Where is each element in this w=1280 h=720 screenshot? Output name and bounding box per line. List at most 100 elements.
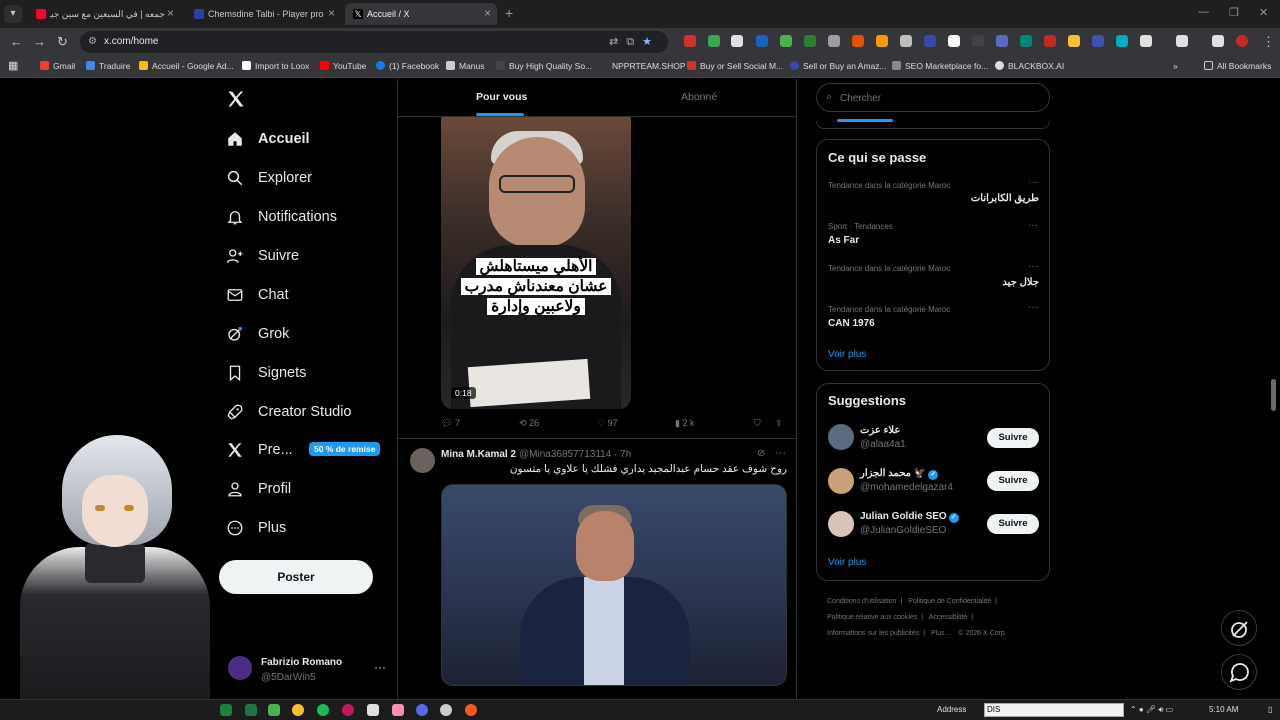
tab-following[interactable]: Abonné <box>681 91 717 103</box>
reload-icon[interactable]: ↻ <box>57 34 68 50</box>
footer-link[interactable]: Accessibilité <box>929 614 968 621</box>
nav-creator-studio[interactable]: Creator Studio <box>226 399 352 425</box>
trend-item[interactable]: جلال جيد <box>1002 277 1039 288</box>
notification-center-icon[interactable]: ▯ <box>1268 705 1272 714</box>
bookmark-google-ads[interactable]: Accueil - Google Ad... <box>139 61 234 71</box>
avatar[interactable] <box>828 468 854 494</box>
nav-notifications[interactable]: Notifications <box>226 204 337 230</box>
extension-icon[interactable] <box>684 35 696 47</box>
maximize-icon[interactable]: ❐ <box>1229 6 1239 19</box>
trend-more-icon[interactable]: ··· <box>1028 261 1038 272</box>
post-button[interactable]: Poster <box>219 560 373 594</box>
trends-see-more-link[interactable]: Voir plus <box>828 349 866 360</box>
trend-item[interactable]: CAN 1976 <box>828 318 875 329</box>
minimize-icon[interactable]: — <box>1198 6 1209 18</box>
nav-premium[interactable]: Pre... <box>226 437 293 463</box>
tab-x-home[interactable]: 𝕏 Accueil / X × <box>345 3 497 25</box>
follow-button[interactable]: Suivre <box>987 514 1039 534</box>
bookmark-seo-marketplace[interactable]: SEO Marketplace fo... <box>892 61 988 71</box>
nav-more[interactable]: Plus <box>226 515 286 541</box>
extension-icon[interactable] <box>972 35 984 47</box>
site-info-icon[interactable]: ⚙ <box>88 36 97 47</box>
avatar[interactable] <box>828 424 854 450</box>
close-tab-icon[interactable]: × <box>328 6 335 20</box>
extension-icon[interactable] <box>1020 35 1032 47</box>
obs-icon[interactable] <box>440 704 452 716</box>
bookmark-tweet-icon[interactable]: ⛉ <box>754 418 761 429</box>
bookmark-youtube[interactable]: YouTube <box>320 61 366 71</box>
tab-player-profile[interactable]: Chemsdine Talbi - Player profile × <box>186 3 341 25</box>
omnibox[interactable]: ⚙ x.com/home ⇄⧉★ <box>80 31 668 53</box>
tweet-author-name[interactable]: Mina M.Kamal 2 <box>441 449 516 460</box>
extension-icon[interactable] <box>900 35 912 47</box>
profile-avatar[interactable] <box>1236 35 1248 47</box>
translate-icon[interactable]: ⇄ <box>609 36 626 48</box>
extension-icon[interactable] <box>804 35 816 47</box>
trend-more-icon[interactable]: ··· <box>1028 302 1038 313</box>
extension-icon[interactable] <box>1068 35 1080 47</box>
suggestions-see-more-link[interactable]: Voir plus <box>828 557 866 568</box>
address-toolbar-input[interactable]: DIS <box>984 703 1124 717</box>
tab-youtube[interactable]: جمعه | في السبعين مع سين جيم × <box>28 3 180 25</box>
nav-follow[interactable]: Suivre <box>226 243 299 269</box>
account-switcher[interactable]: Fabrizio Romano @5DarWin5 ··· <box>228 654 388 690</box>
avatar[interactable] <box>410 448 435 473</box>
trend-item[interactable]: As Far <box>828 235 859 246</box>
subscribe-button-edge[interactable] <box>837 119 893 122</box>
firefox-icon[interactable] <box>465 704 477 716</box>
tweet[interactable]: Mina M.Kamal 2 @Mina36857713114 · 7h ⊘ ·… <box>398 438 796 699</box>
tab-search-button[interactable]: ▾ <box>4 5 22 23</box>
extension-icon[interactable] <box>1044 35 1056 47</box>
bookmark-npprteam[interactable]: NPPRTEAM.SHOP <box>612 61 686 71</box>
extensions-puzzle-icon[interactable] <box>1140 35 1152 47</box>
nav-chat[interactable]: Chat <box>226 282 289 308</box>
opera-icon[interactable] <box>342 704 354 716</box>
clock[interactable]: 5:10 AM <box>1209 705 1238 714</box>
suggestion-name[interactable]: علاء عزت <box>860 425 900 436</box>
suggestion-name[interactable]: Julian Goldie SEO ✓ <box>860 511 959 523</box>
suggestion-name[interactable]: محمد الجزار 🦅 ✓ <box>860 468 939 480</box>
extension-icon[interactable] <box>780 35 792 47</box>
bookmark-manus[interactable]: Manus <box>446 61 485 71</box>
bookmark-facebook[interactable]: (1) Facebook <box>376 61 439 71</box>
discord-icon[interactable] <box>416 704 428 716</box>
extension-icon[interactable] <box>876 35 888 47</box>
close-tab-icon[interactable]: × <box>167 6 174 20</box>
tab-for-you[interactable]: Pour vous <box>476 91 527 103</box>
trend-item[interactable]: طريق الكابرانات <box>971 193 1039 204</box>
extension-icon[interactable] <box>756 35 768 47</box>
footer-more-link[interactable]: Plus ... <box>931 630 952 637</box>
search-input[interactable]: ⌕ Chercher <box>816 83 1050 112</box>
back-icon[interactable]: ← <box>10 34 23 49</box>
x-logo-icon[interactable] <box>226 89 246 115</box>
tweet-image[interactable] <box>441 484 787 686</box>
messages-floating-button[interactable] <box>1221 654 1257 690</box>
extension-icon[interactable] <box>924 35 936 47</box>
follow-button[interactable]: Suivre <box>987 428 1039 448</box>
trend-more-icon[interactable]: ··· <box>1028 177 1038 188</box>
grok-explain-icon[interactable]: ⊘ <box>757 448 765 459</box>
footer-link[interactable]: Conditions d'utilisation <box>827 598 896 605</box>
extension-icon[interactable] <box>1116 35 1128 47</box>
follow-button[interactable]: Suivre <box>987 471 1039 491</box>
all-bookmarks[interactable]: All Bookmarks <box>1204 61 1271 71</box>
bookmark-buy-so[interactable]: Buy High Quality So... <box>496 61 592 71</box>
tweet-more-icon[interactable]: ··· <box>775 447 786 459</box>
reading-list-icon[interactable] <box>1212 35 1224 47</box>
install-icon[interactable]: ⧉ <box>626 36 642 48</box>
spotify-icon[interactable] <box>317 704 329 716</box>
nav-explore[interactable]: Explorer <box>226 165 312 191</box>
apps-grid-icon[interactable]: ▦ <box>8 59 18 72</box>
extension-icon[interactable] <box>731 35 743 47</box>
browser-menu-icon[interactable]: ⋮ <box>1262 34 1275 50</box>
nav-profile[interactable]: Profil <box>226 476 291 502</box>
url-text[interactable]: x.com/home <box>104 36 158 47</box>
app-icon[interactable] <box>392 704 404 716</box>
page-scrollbar[interactable] <box>1271 379 1276 411</box>
premium-discount-badge[interactable]: 50 % de remise <box>309 442 381 456</box>
extension-icon[interactable] <box>948 35 960 47</box>
window-close-icon[interactable]: ✕ <box>1259 6 1268 19</box>
bookmark-manager-icon[interactable] <box>1176 35 1188 47</box>
excel-icon[interactable] <box>245 704 257 716</box>
nav-grok[interactable]: Grok <box>226 321 289 347</box>
